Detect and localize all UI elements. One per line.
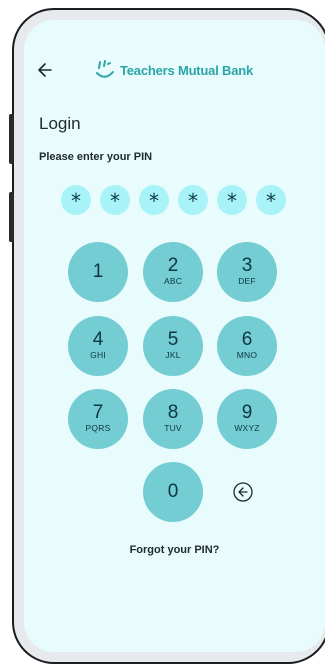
key-letters: DEF [238, 276, 256, 286]
keypad-key-8[interactable]: 8 TUV [143, 389, 203, 449]
smile-logo-icon [96, 60, 114, 78]
arrow-left-icon [38, 63, 52, 77]
app-header: Teachers Mutual Bank [24, 58, 325, 82]
key-digit: 1 [92, 261, 104, 282]
keypad-key-2[interactable]: 2 ABC [143, 242, 203, 302]
key-digit: 3 [241, 255, 253, 276]
keypad-key-5[interactable]: 5 JKL [143, 316, 203, 376]
keypad-key-0[interactable]: 0 [143, 462, 203, 522]
pin-digit-indicator: * [139, 185, 169, 215]
backspace-circle-arrow-icon [233, 482, 253, 502]
key-letters: JKL [165, 350, 181, 360]
login-screen: Teachers Mutual Bank Login Please enter … [24, 20, 325, 652]
key-digit: 9 [241, 402, 253, 423]
forgot-pin-link[interactable]: Forgot your PIN? [24, 544, 325, 556]
key-letters: GHI [90, 350, 106, 360]
keypad-key-3[interactable]: 3 DEF [217, 242, 277, 302]
pin-digit-indicator: * [256, 185, 286, 215]
keypad-key-6[interactable]: 6 MNO [217, 316, 277, 376]
key-digit: 5 [167, 329, 179, 350]
key-letters: TUV [164, 423, 182, 433]
key-digit: 4 [92, 329, 104, 350]
key-digit: 7 [92, 402, 104, 423]
back-button[interactable] [33, 58, 57, 82]
pin-prompt: Please enter your PIN [39, 151, 153, 163]
keypad-key-7[interactable]: 7 PQRS [68, 389, 128, 449]
backspace-button[interactable] [232, 481, 254, 503]
pin-digit-indicator: * [178, 185, 208, 215]
key-letters: WXYZ [234, 423, 260, 433]
key-digit: 2 [167, 255, 179, 276]
keypad-key-1[interactable]: 1 [68, 242, 128, 302]
pin-digit-indicator: * [100, 185, 130, 215]
key-letters: MNO [236, 350, 258, 360]
keypad-key-4[interactable]: 4 GHI [68, 316, 128, 376]
pin-digit-indicator: * [61, 185, 91, 215]
key-digit: 8 [167, 402, 179, 423]
bank-logo: Teachers Mutual Bank [94, 58, 253, 82]
phone-side-button [9, 114, 14, 164]
pin-digit-indicator: * [217, 185, 247, 215]
key-letters: ABC [163, 276, 183, 286]
brand-name: Teachers Mutual Bank [120, 62, 254, 78]
phone-side-button [9, 192, 14, 242]
key-digit: 0 [167, 481, 179, 502]
keypad-key-9[interactable]: 9 WXYZ [217, 389, 277, 449]
page-title: Login [39, 114, 81, 133]
key-digit: 6 [241, 329, 253, 350]
key-letters: PQRS [85, 423, 111, 433]
